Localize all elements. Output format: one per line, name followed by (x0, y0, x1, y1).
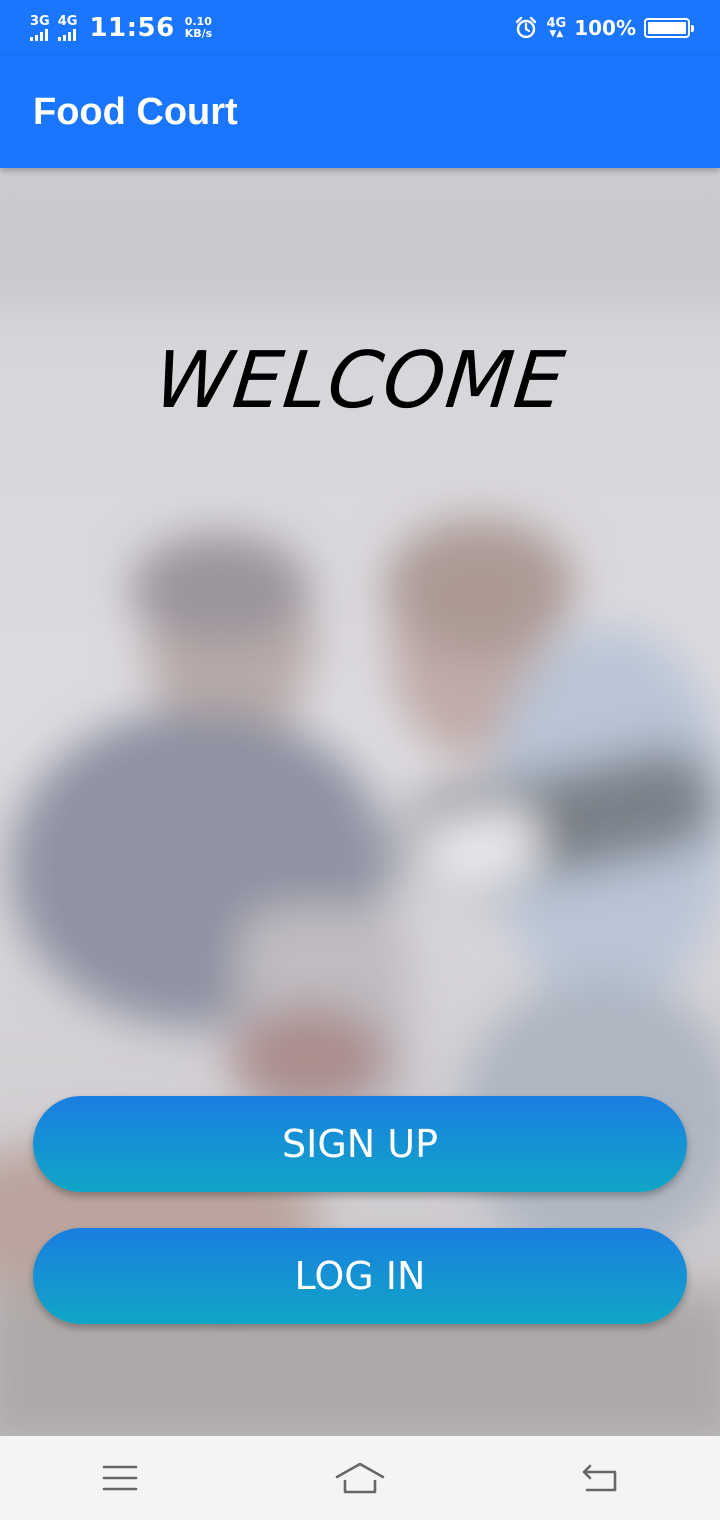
app-title: Food Court (33, 90, 238, 133)
alarm-icon (516, 16, 537, 39)
home-button[interactable] (320, 1448, 400, 1508)
network-speed: 0.10 KB/s (184, 15, 213, 40)
back-icon (582, 1464, 617, 1492)
log-in-button[interactable]: LOG IN (33, 1228, 687, 1324)
status-time: 11:56 (89, 13, 175, 43)
status-right: 4G ▼▲ 100% (514, 16, 694, 40)
app-bar: Food Court (0, 56, 720, 168)
lte-icon: 4G ▼▲ (546, 16, 567, 39)
signal-4g-icon: 4G (57, 15, 77, 41)
status-bar: 3G 4G 11:56 0.10 KB/s 4G ▼▲ 100% (0, 0, 720, 56)
menu-icon (102, 1465, 138, 1491)
home-icon (335, 1462, 385, 1494)
sign-up-button[interactable]: SIGN UP (33, 1096, 687, 1192)
navigation-bar (0, 1436, 720, 1520)
menu-button[interactable] (80, 1448, 160, 1508)
status-left: 3G 4G 11:56 0.10 KB/s (30, 13, 212, 43)
welcome-heading: WELCOME (150, 336, 570, 426)
back-button[interactable] (560, 1448, 640, 1508)
welcome-screen: WELCOME SIGN UP LOG IN (0, 168, 720, 1436)
battery-percent: 100% (574, 16, 636, 40)
signal-3g-icon: 3G (30, 15, 50, 41)
battery-icon (644, 18, 694, 38)
battery-level (648, 22, 686, 34)
